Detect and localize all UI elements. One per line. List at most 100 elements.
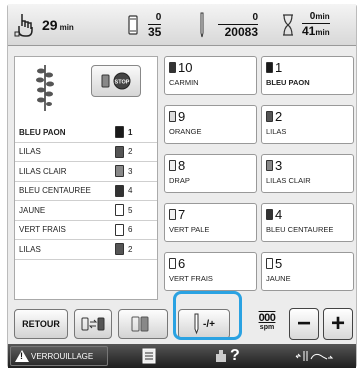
color-cell[interactable]: 4 BLEU CENTAUREE	[261, 203, 354, 242]
stitch-time-unit: min	[59, 23, 74, 32]
spool-icon	[128, 15, 138, 35]
color-cell[interactable]: 3 LILAS CLAIR	[261, 154, 354, 193]
document-icon	[142, 348, 156, 364]
stitch-total: 20083	[218, 24, 258, 38]
sort-button[interactable]	[74, 309, 112, 339]
needle-icon	[200, 12, 204, 38]
color-cell[interactable]: 1 BLEU PAON	[261, 56, 354, 95]
thread-panel: STOP BLEU PAON 1 LILAS 2 LILAS CLAIR 3 BLEU CE…	[14, 56, 158, 300]
spool-icon	[266, 61, 273, 73]
spool-icon	[115, 165, 124, 178]
spool-icon	[115, 145, 124, 158]
thread-row[interactable]: BLEU PAON 1	[15, 123, 157, 143]
speed-plus-button[interactable]: +	[323, 308, 353, 340]
stop-icon: STOP	[113, 72, 131, 90]
warning-icon	[15, 350, 29, 362]
speed-minus-button[interactable]: −	[289, 308, 319, 340]
spool-icon	[266, 257, 273, 269]
thread-number: 2	[128, 147, 133, 157]
swap-spools-icon	[81, 317, 105, 331]
cell-label: JAUNE	[266, 274, 291, 283]
spool-icon	[115, 126, 124, 139]
time-group: 0min 41min	[282, 10, 330, 40]
cell-header: 7	[169, 206, 252, 222]
color-cell[interactable]: 8 DRAP	[164, 154, 257, 193]
cell-header: 6	[169, 255, 252, 271]
color-cell[interactable]: 5 JAUNE	[261, 252, 354, 291]
spool-icon	[266, 110, 273, 122]
lock-label: VERROUILLAGE	[31, 351, 94, 361]
color-cell[interactable]: 2 LILAS	[261, 105, 354, 144]
cell-number: 3	[275, 157, 283, 173]
presser-foot-icon	[295, 351, 334, 361]
cell-number: 6	[178, 255, 186, 271]
thread-row[interactable]: JAUNE 5	[15, 201, 157, 221]
stitch-time-group: 29 min	[14, 10, 74, 40]
cell-label: ORANGE	[169, 127, 202, 136]
thread-name: JAUNE	[19, 205, 46, 215]
cell-number: 2	[275, 108, 283, 124]
cell-label: BLEU CENTAUREE	[266, 225, 334, 234]
thread-name: BLEU PAON	[19, 127, 66, 137]
spool-icon	[169, 61, 176, 73]
color-cell[interactable]: 6 VERT FRAIS	[164, 252, 257, 291]
cell-header: 5	[266, 255, 349, 271]
thread-number: 4	[128, 186, 133, 196]
thread-row[interactable]: LILAS 2	[15, 143, 157, 162]
color-total: 35	[148, 24, 162, 39]
presser-foot-button[interactable]	[294, 346, 334, 366]
color-count: 0 35	[148, 12, 162, 39]
thread-color-grid: 10 CARMIN 1 BLEU PAON 9 ORANGE 2 LILAS 8 DRAP 3 LIL…	[164, 56, 354, 300]
hourglass-icon	[283, 14, 293, 36]
stitch-count: 0 20083	[218, 12, 258, 38]
thread-number: 6	[128, 225, 133, 235]
cell-number: 9	[178, 108, 186, 124]
color-cell[interactable]: 9 ORANGE	[164, 105, 257, 144]
spool-icon	[115, 204, 124, 217]
spool-icon	[266, 208, 273, 220]
cell-number: 4	[275, 206, 283, 222]
cell-label: VERT FRAIS	[169, 274, 213, 283]
cell-header: 8	[169, 157, 252, 173]
help-button[interactable]: ?	[214, 346, 240, 366]
spool-icon	[115, 184, 124, 197]
spool-icon	[101, 74, 110, 88]
cell-header: 10	[169, 59, 252, 75]
thread-row[interactable]: LILAS 2	[15, 240, 157, 260]
svg-text:STOP: STOP	[115, 80, 130, 86]
thread-row[interactable]: LILAS CLAIR 3	[15, 162, 157, 182]
speed-value: 000	[258, 312, 276, 324]
back-button[interactable]: RETOUR	[14, 309, 68, 339]
thread-number: 2	[128, 244, 133, 254]
spool-icon	[115, 243, 124, 256]
notes-button[interactable]	[142, 346, 156, 366]
cell-number: 10	[178, 59, 193, 75]
stitch-time-value: 29	[42, 17, 58, 33]
thread-name: LILAS CLAIR	[19, 166, 67, 176]
thread-change-button[interactable]	[118, 309, 168, 339]
spool-icon	[169, 257, 176, 269]
spool-icon	[266, 159, 273, 171]
cell-header: 2	[266, 108, 349, 124]
lock-button[interactable]: VERROUILLAGE	[10, 346, 108, 366]
cell-header: 1	[266, 59, 349, 75]
cell-header: 4	[266, 206, 349, 222]
thread-row[interactable]: BLEU CENTAUREE 4	[15, 182, 157, 201]
cell-number: 1	[275, 59, 283, 75]
stop-button[interactable]: STOP	[91, 65, 141, 97]
time-current-unit: min	[315, 12, 330, 21]
time-total: 41	[302, 24, 316, 38]
thread-row[interactable]: VERT FRAIS 6	[15, 221, 157, 240]
spool-icon	[169, 110, 176, 122]
stitch-count-group: 0 20083	[198, 10, 258, 40]
spool-icon	[169, 208, 176, 220]
color-cell[interactable]: 7 VERT PALE	[164, 203, 257, 242]
thread-name: BLEU CENTAUREE	[19, 186, 91, 196]
color-current: 0	[155, 12, 162, 23]
speed-unit: spm	[259, 324, 275, 331]
time-total-unit: min	[315, 28, 330, 37]
embroidery-preview-icon	[36, 65, 54, 111]
status-bar: 29 min 0 35 0 20083 0min 41min	[8, 4, 356, 46]
spool-icon	[115, 223, 124, 236]
color-cell[interactable]: 10 CARMIN	[164, 56, 257, 95]
